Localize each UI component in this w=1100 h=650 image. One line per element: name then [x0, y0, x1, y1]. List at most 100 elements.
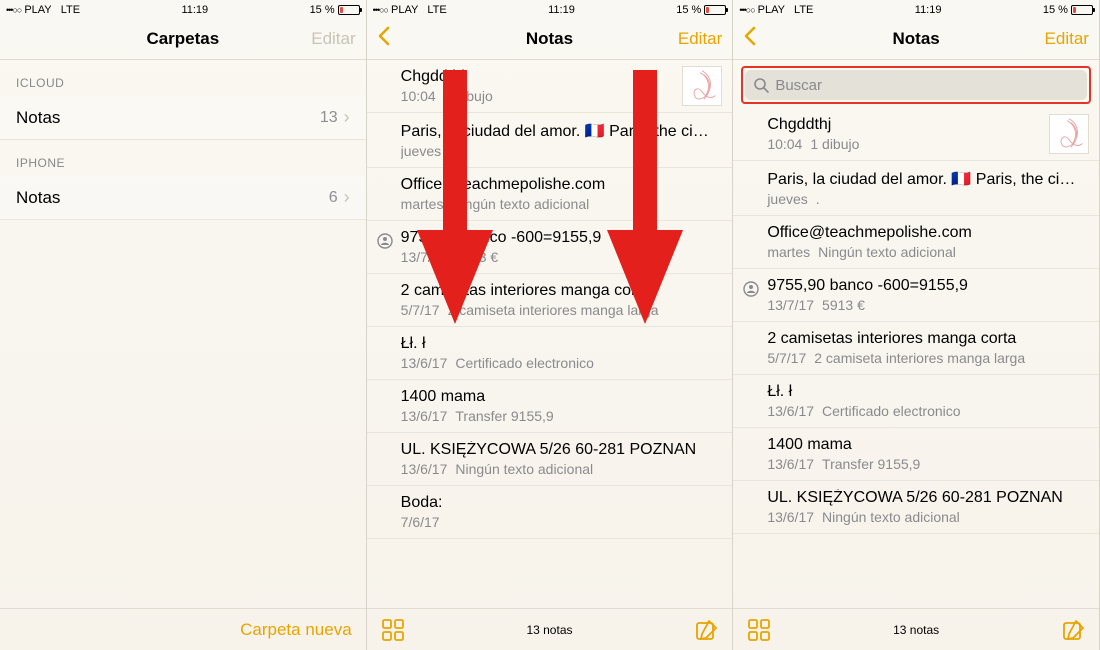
chevron-right-icon: ›	[344, 187, 350, 208]
back-button[interactable]	[743, 26, 803, 51]
note-title: Łł. ł	[767, 383, 1083, 401]
note-date: 13/6/17	[401, 461, 448, 477]
note-row[interactable]: Łł. ł 13/6/17 Certificado electronico	[733, 375, 1099, 428]
grid-view-icon[interactable]	[381, 618, 405, 642]
folders-list[interactable]: ICLOUD Notas 13› IPHONE Notas 6›	[0, 60, 366, 608]
note-date: 13/6/17	[767, 509, 814, 525]
folder-count: 13	[320, 109, 338, 127]
note-row[interactable]: Boda:7/6/17	[367, 486, 733, 539]
carrier-label: PLAY	[24, 4, 51, 16]
note-subtitle: 5913 €	[822, 297, 865, 313]
compose-icon[interactable]	[1061, 618, 1085, 642]
new-folder-button[interactable]: Carpeta nueva	[38, 620, 352, 640]
note-row[interactable]: Office@teachmepolishe.commartesNingún te…	[733, 216, 1099, 269]
battery-pct: 15 %	[1043, 4, 1068, 16]
note-title: Łł. ł	[401, 335, 717, 353]
clock: 11:19	[181, 4, 208, 16]
status-bar: •••○○ PLAY LTE 11:19 15 %	[733, 0, 1099, 18]
annotation-arrow-left	[417, 70, 493, 330]
note-date: 13/6/17	[401, 408, 448, 424]
notes-screen-search: •••○○ PLAY LTE 11:19 15 % Notas Editar B…	[733, 0, 1100, 650]
search-icon	[753, 77, 769, 93]
note-subtitle: Certificado electronico	[455, 355, 594, 371]
note-title: Office@teachmepolishe.com	[767, 224, 1083, 242]
nav-title: Notas	[437, 29, 663, 49]
note-row[interactable]: 1400 mama 13/6/17 Transfer 9155,9	[367, 380, 733, 433]
note-thumbnail	[1049, 114, 1089, 154]
edit-button[interactable]: Editar	[1029, 29, 1089, 49]
note-date: 13/6/17	[767, 456, 814, 472]
chevron-left-icon	[743, 26, 757, 46]
network-label: LTE	[61, 4, 80, 16]
note-date: 13/7/17	[767, 297, 814, 313]
note-subtitle: 2 camiseta interiores manga larga	[814, 350, 1025, 366]
note-subtitle: .	[816, 191, 820, 207]
note-thumbnail	[682, 66, 722, 106]
nav-title: Carpetas	[70, 29, 296, 49]
note-row[interactable]: Paris, la ciudad del amor. 🇫🇷 Paris, the…	[733, 161, 1099, 216]
toolbar: Carpeta nueva	[0, 608, 366, 650]
search-input[interactable]: Buscar	[745, 70, 1087, 100]
shared-badge-icon	[743, 281, 759, 297]
shared-badge-icon	[377, 233, 393, 249]
carrier-label: PLAY	[758, 4, 785, 16]
back-button[interactable]	[377, 26, 437, 51]
note-title: Boda:	[401, 494, 717, 512]
note-date: 5/7/17	[767, 350, 806, 366]
note-subtitle: Transfer 9155,9	[455, 408, 553, 424]
battery-pct: 15 %	[676, 4, 701, 16]
note-title: 1400 mama	[401, 388, 717, 406]
group-header-icloud: ICLOUD	[0, 60, 366, 96]
note-title: UL. KSIĘŻYCOWA 5/26 60-281 POZNAN	[767, 489, 1083, 507]
nav-bar: Carpetas Editar	[0, 18, 366, 60]
status-bar: •••○○ PLAY LTE 11:19 15 %	[0, 0, 366, 18]
folder-row-iphone-notas[interactable]: Notas 6 ›	[0, 176, 366, 220]
carrier-label: PLAY	[391, 4, 418, 16]
note-row[interactable]: 9755,90 banco -600=9155,9 13/7/17 5913 €	[733, 269, 1099, 322]
nav-title: Notas	[803, 29, 1029, 49]
notes-list[interactable]: Chgddthj10:041 dibujo Paris, la ciudad de…	[733, 108, 1099, 608]
folders-screen: •••○○ PLAY LTE 11:19 15 % Carpetas Edita…	[0, 0, 367, 650]
note-row[interactable]: 1400 mama13/6/17Transfer 9155,9	[733, 428, 1099, 481]
clock: 11:19	[548, 4, 575, 16]
note-row[interactable]: UL. KSIĘŻYCOWA 5/26 60-281 POZNAN 13/6/17…	[367, 433, 733, 486]
note-subtitle: Ningún texto adicional	[822, 509, 960, 525]
note-date: jueves	[767, 191, 807, 207]
folder-row-icloud-notas[interactable]: Notas 13›	[0, 96, 366, 140]
network-label: LTE	[427, 4, 446, 16]
note-title: Paris, la ciudad del amor. 🇫🇷 Paris, the…	[767, 169, 1083, 189]
note-row[interactable]: UL. KSIĘŻYCOWA 5/26 60-281 POZNAN 13/6/17…	[733, 481, 1099, 534]
notes-count: 13 notas	[405, 623, 695, 637]
note-subtitle: Transfer 9155,9	[822, 456, 920, 472]
note-row[interactable]: Łł. ł13/6/17Certificado electronico	[367, 327, 733, 380]
note-title: 2 camisetas interiores manga corta	[767, 330, 1083, 348]
battery-icon	[338, 5, 360, 15]
note-title: UL. KSIĘŻYCOWA 5/26 60-281 POZNAN	[401, 441, 717, 459]
compose-icon[interactable]	[694, 618, 718, 642]
nav-bar: Notas Editar	[367, 18, 733, 60]
edit-button[interactable]: Editar	[662, 29, 722, 49]
signal-dots-icon: •••○○	[739, 5, 754, 15]
status-bar: •••○○ PLAY LTE 11:19 15 %	[367, 0, 733, 18]
chevron-left-icon	[377, 26, 391, 46]
annotation-arrow-right	[607, 70, 683, 330]
signal-dots-icon: •••○○	[6, 5, 21, 15]
nav-bar: Notas Editar	[733, 18, 1099, 60]
folder-count: 6	[329, 189, 338, 207]
search-placeholder: Buscar	[775, 77, 822, 94]
note-date: martes	[767, 244, 810, 260]
toolbar: 13 notas	[733, 608, 1099, 650]
note-row[interactable]: Chgddthj10:041 dibujo	[733, 108, 1099, 161]
grid-view-icon[interactable]	[747, 618, 771, 642]
battery-icon	[1071, 5, 1093, 15]
folder-name: Notas	[16, 188, 60, 208]
edit-button[interactable]: Editar	[296, 29, 356, 49]
network-label: LTE	[794, 4, 813, 16]
note-title: 9755,90 banco -600=9155,9	[767, 277, 1083, 295]
note-subtitle: Certificado electronico	[822, 403, 961, 419]
note-row[interactable]: 2 camisetas interiores manga corta 5/7/17…	[733, 322, 1099, 375]
note-date: 13/6/17	[767, 403, 814, 419]
battery-pct: 15 %	[310, 4, 335, 16]
notes-count: 13 notas	[771, 623, 1061, 637]
notes-screen: •••○○ PLAY LTE 11:19 15 % Notas Editar C…	[367, 0, 734, 650]
